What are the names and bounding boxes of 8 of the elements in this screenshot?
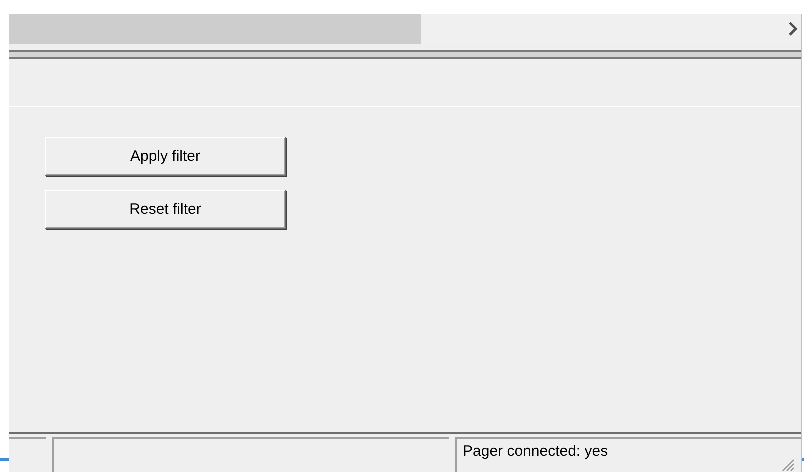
filter-button[interactable]: Reset filter (45, 190, 286, 229)
status-message: Pager connected: yes (463, 443, 608, 460)
chevron-right-icon[interactable] (789, 22, 798, 36)
resize-grip-icon (781, 458, 795, 472)
horizontal-scrollbar[interactable] (9, 14, 801, 44)
scrollbar-thumb[interactable] (9, 14, 421, 44)
filter-button[interactable]: Apply filter (45, 137, 286, 176)
splitter-bar[interactable] (9, 50, 801, 59)
